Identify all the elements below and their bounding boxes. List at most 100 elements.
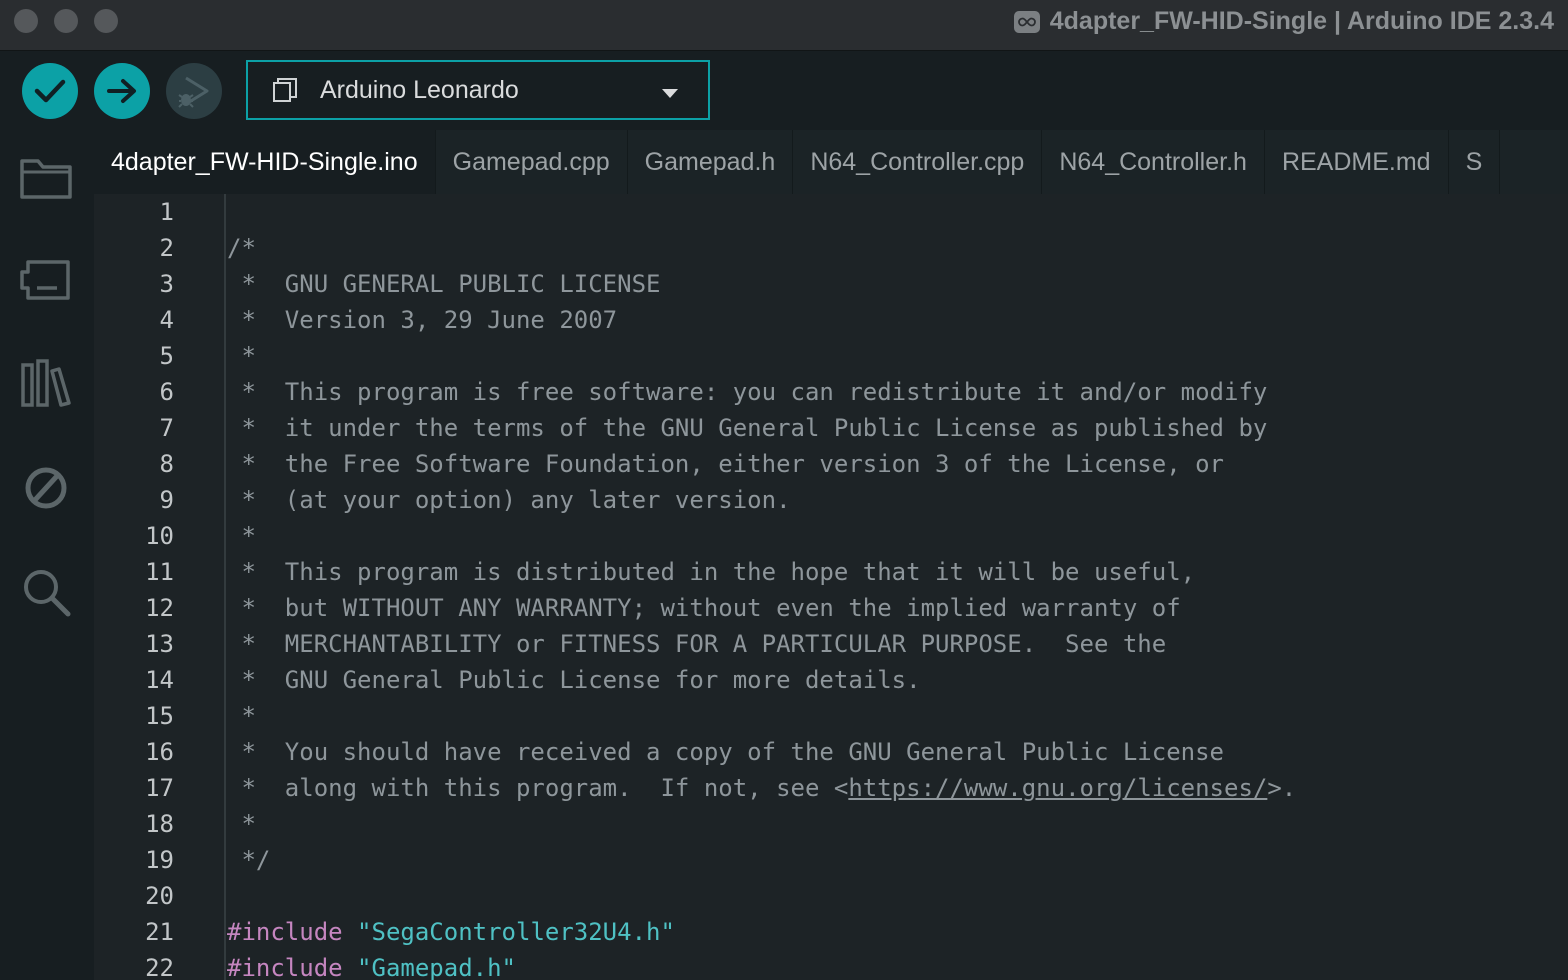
code-text: * This program is free software: you can… bbox=[227, 378, 1268, 406]
tab-5[interactable]: README.md bbox=[1265, 130, 1449, 194]
line-number: 4 bbox=[159, 306, 174, 334]
line-code: * along with this program. If not, see <… bbox=[227, 770, 1296, 806]
code-text: * This program is distributed in the hop… bbox=[227, 558, 1196, 586]
code-text: /* bbox=[227, 234, 256, 262]
activity-bar bbox=[0, 130, 94, 980]
line-code: * bbox=[227, 806, 256, 842]
debug-button[interactable] bbox=[166, 63, 222, 119]
tab-label: 4dapter_FW-HID-Single.ino bbox=[111, 147, 418, 176]
code-line: 14 * GNU General Public License for more… bbox=[94, 662, 1568, 698]
code-link[interactable]: https://www.gnu.org/licenses/ bbox=[848, 774, 1267, 802]
code-line: 15 * bbox=[94, 698, 1568, 734]
search-icon bbox=[24, 570, 71, 617]
code-line: 5 * bbox=[94, 338, 1568, 374]
title-bar: 4dapter_FW-HID-Single | Arduino IDE 2.3.… bbox=[0, 0, 1568, 51]
tab-label: Gamepad.h bbox=[644, 147, 776, 176]
code-text: * bbox=[227, 522, 256, 550]
code-text: * Version 3, 29 June 2007 bbox=[227, 306, 618, 334]
library-manager-button[interactable] bbox=[18, 356, 74, 412]
line-number: 1 bbox=[159, 198, 174, 226]
line-code: * This program is distributed in the hop… bbox=[227, 554, 1195, 590]
upload-button[interactable] bbox=[94, 63, 150, 119]
board-label: Arduino Leonardo bbox=[320, 75, 519, 104]
line-number: 16 bbox=[145, 738, 174, 766]
code-line: 12 * but WITHOUT ANY WARRANTY; without e… bbox=[94, 590, 1568, 626]
line-code: * bbox=[227, 518, 256, 554]
code-line: 17 * along with this program. If not, se… bbox=[94, 770, 1568, 806]
code-line: 7 * it under the terms of the GNU Genera… bbox=[94, 410, 1568, 446]
tab-6[interactable]: S bbox=[1449, 130, 1501, 194]
line-code: * bbox=[227, 338, 255, 374]
code-text: * MERCHANTABILITY or FITNESS FOR A PARTI… bbox=[227, 630, 1167, 658]
boards-manager-button[interactable] bbox=[18, 252, 74, 308]
code-line: 11 * This program is distributed in the … bbox=[94, 554, 1568, 590]
code-line: 4 * Version 3, 29 June 2007 bbox=[94, 302, 1568, 338]
line-number: 20 bbox=[145, 882, 174, 910]
code-text: * but WITHOUT ANY WARRANTY; without even… bbox=[227, 594, 1181, 622]
verify-button[interactable] bbox=[22, 63, 78, 119]
folder-icon bbox=[20, 159, 72, 199]
line-number: 15 bbox=[145, 702, 174, 730]
line-code: * it under the terms of the GNU General … bbox=[227, 410, 1267, 446]
code-text: >. bbox=[1267, 774, 1297, 802]
code-text: * the Free Software Foundation, either v… bbox=[227, 450, 1224, 478]
no-debug-icon bbox=[25, 467, 67, 509]
sketchbook-button[interactable] bbox=[18, 150, 74, 206]
code-text: * along with this program. If not, see < bbox=[227, 774, 849, 802]
code-line: 6 * This program is free software: you c… bbox=[94, 374, 1568, 410]
line-code: /* bbox=[227, 230, 256, 266]
line-code: */ bbox=[227, 842, 270, 878]
editor-tabs: 4dapter_FW-HID-Single.ino Gamepad.cpp Game… bbox=[94, 130, 1568, 194]
code-line: 3 * GNU GENERAL PUBLIC LICENSE bbox=[94, 266, 1568, 302]
infinity-icon bbox=[1013, 10, 1040, 33]
line-number: 9 bbox=[159, 486, 174, 514]
line-code: * You should have received a copy of the… bbox=[227, 734, 1224, 770]
code-text: * it under the terms of the GNU General … bbox=[227, 414, 1268, 442]
line-code: * GNU General Public License for more de… bbox=[227, 662, 920, 698]
code-line: 9 * (at your option) any later version. bbox=[94, 482, 1568, 518]
debug-panel-button[interactable] bbox=[18, 460, 74, 516]
line-number: 3 bbox=[159, 270, 174, 298]
line-number: 10 bbox=[145, 522, 174, 550]
zoom-window-button[interactable] bbox=[94, 9, 118, 33]
code-text: * bbox=[227, 702, 256, 730]
toolbar: Arduino Leonardo bbox=[0, 51, 1568, 130]
line-number: 7 bbox=[159, 414, 174, 442]
tab-1[interactable]: Gamepad.cpp bbox=[436, 130, 628, 194]
code-line: 10 * bbox=[94, 518, 1568, 554]
debug-play-icon bbox=[178, 76, 209, 108]
line-code: * the Free Software Foundation, either v… bbox=[227, 446, 1224, 482]
code-line: 22 #include "Gamepad.h" bbox=[94, 950, 1568, 980]
code-area[interactable]: 1 2/* 3 * GNU GENERAL PUBLIC LICENSE 4 * Ve… bbox=[94, 194, 1568, 980]
tab-0[interactable]: 4dapter_FW-HID-Single.ino bbox=[94, 130, 436, 194]
board-selector[interactable]: Arduino Leonardo bbox=[246, 60, 710, 120]
close-window-button[interactable] bbox=[14, 9, 38, 33]
code-string: "Gamepad.h" bbox=[357, 954, 516, 980]
tab-3[interactable]: N64_Controller.cpp bbox=[793, 130, 1043, 194]
line-code: #include "Gamepad.h" bbox=[227, 950, 516, 980]
code-keyword: #include bbox=[227, 954, 343, 980]
line-number: 17 bbox=[145, 774, 174, 802]
minimize-window-button[interactable] bbox=[54, 9, 78, 33]
arrow-right-icon bbox=[107, 79, 136, 103]
code-text: * bbox=[227, 810, 256, 838]
line-number: 22 bbox=[145, 954, 174, 980]
window-title: 4dapter_FW-HID-Single | Arduino IDE 2.3.… bbox=[1013, 7, 1554, 36]
window-title-text: 4dapter_FW-HID-Single | Arduino IDE 2.3.… bbox=[1049, 7, 1554, 35]
line-number: 8 bbox=[159, 450, 174, 478]
tab-2[interactable]: Gamepad.h bbox=[628, 130, 794, 194]
line-number: 19 bbox=[145, 846, 174, 874]
code-line: 8 * the Free Software Foundation, either… bbox=[94, 446, 1568, 482]
search-button[interactable] bbox=[18, 564, 74, 620]
code-line: 2 /* bbox=[94, 230, 1568, 266]
tab-label: N64_Controller.cpp bbox=[810, 147, 1025, 176]
code-keyword: #include bbox=[227, 918, 343, 946]
code-line: 13 * MERCHANTABILITY or FITNESS FOR A PA… bbox=[94, 626, 1568, 662]
line-number: 5 bbox=[159, 342, 174, 370]
code-editor[interactable]: 1 2/* 3 * GNU GENERAL PUBLIC LICENSE 4 * Ve… bbox=[94, 194, 1568, 980]
code-line: 1 bbox=[94, 194, 1568, 230]
line-code: #include "SegaController32U4.h" bbox=[227, 914, 675, 950]
tab-4[interactable]: N64_Controller.h bbox=[1042, 130, 1265, 194]
code-string: "SegaController32U4.h" bbox=[357, 918, 675, 946]
code-line: 18 * bbox=[94, 806, 1568, 842]
